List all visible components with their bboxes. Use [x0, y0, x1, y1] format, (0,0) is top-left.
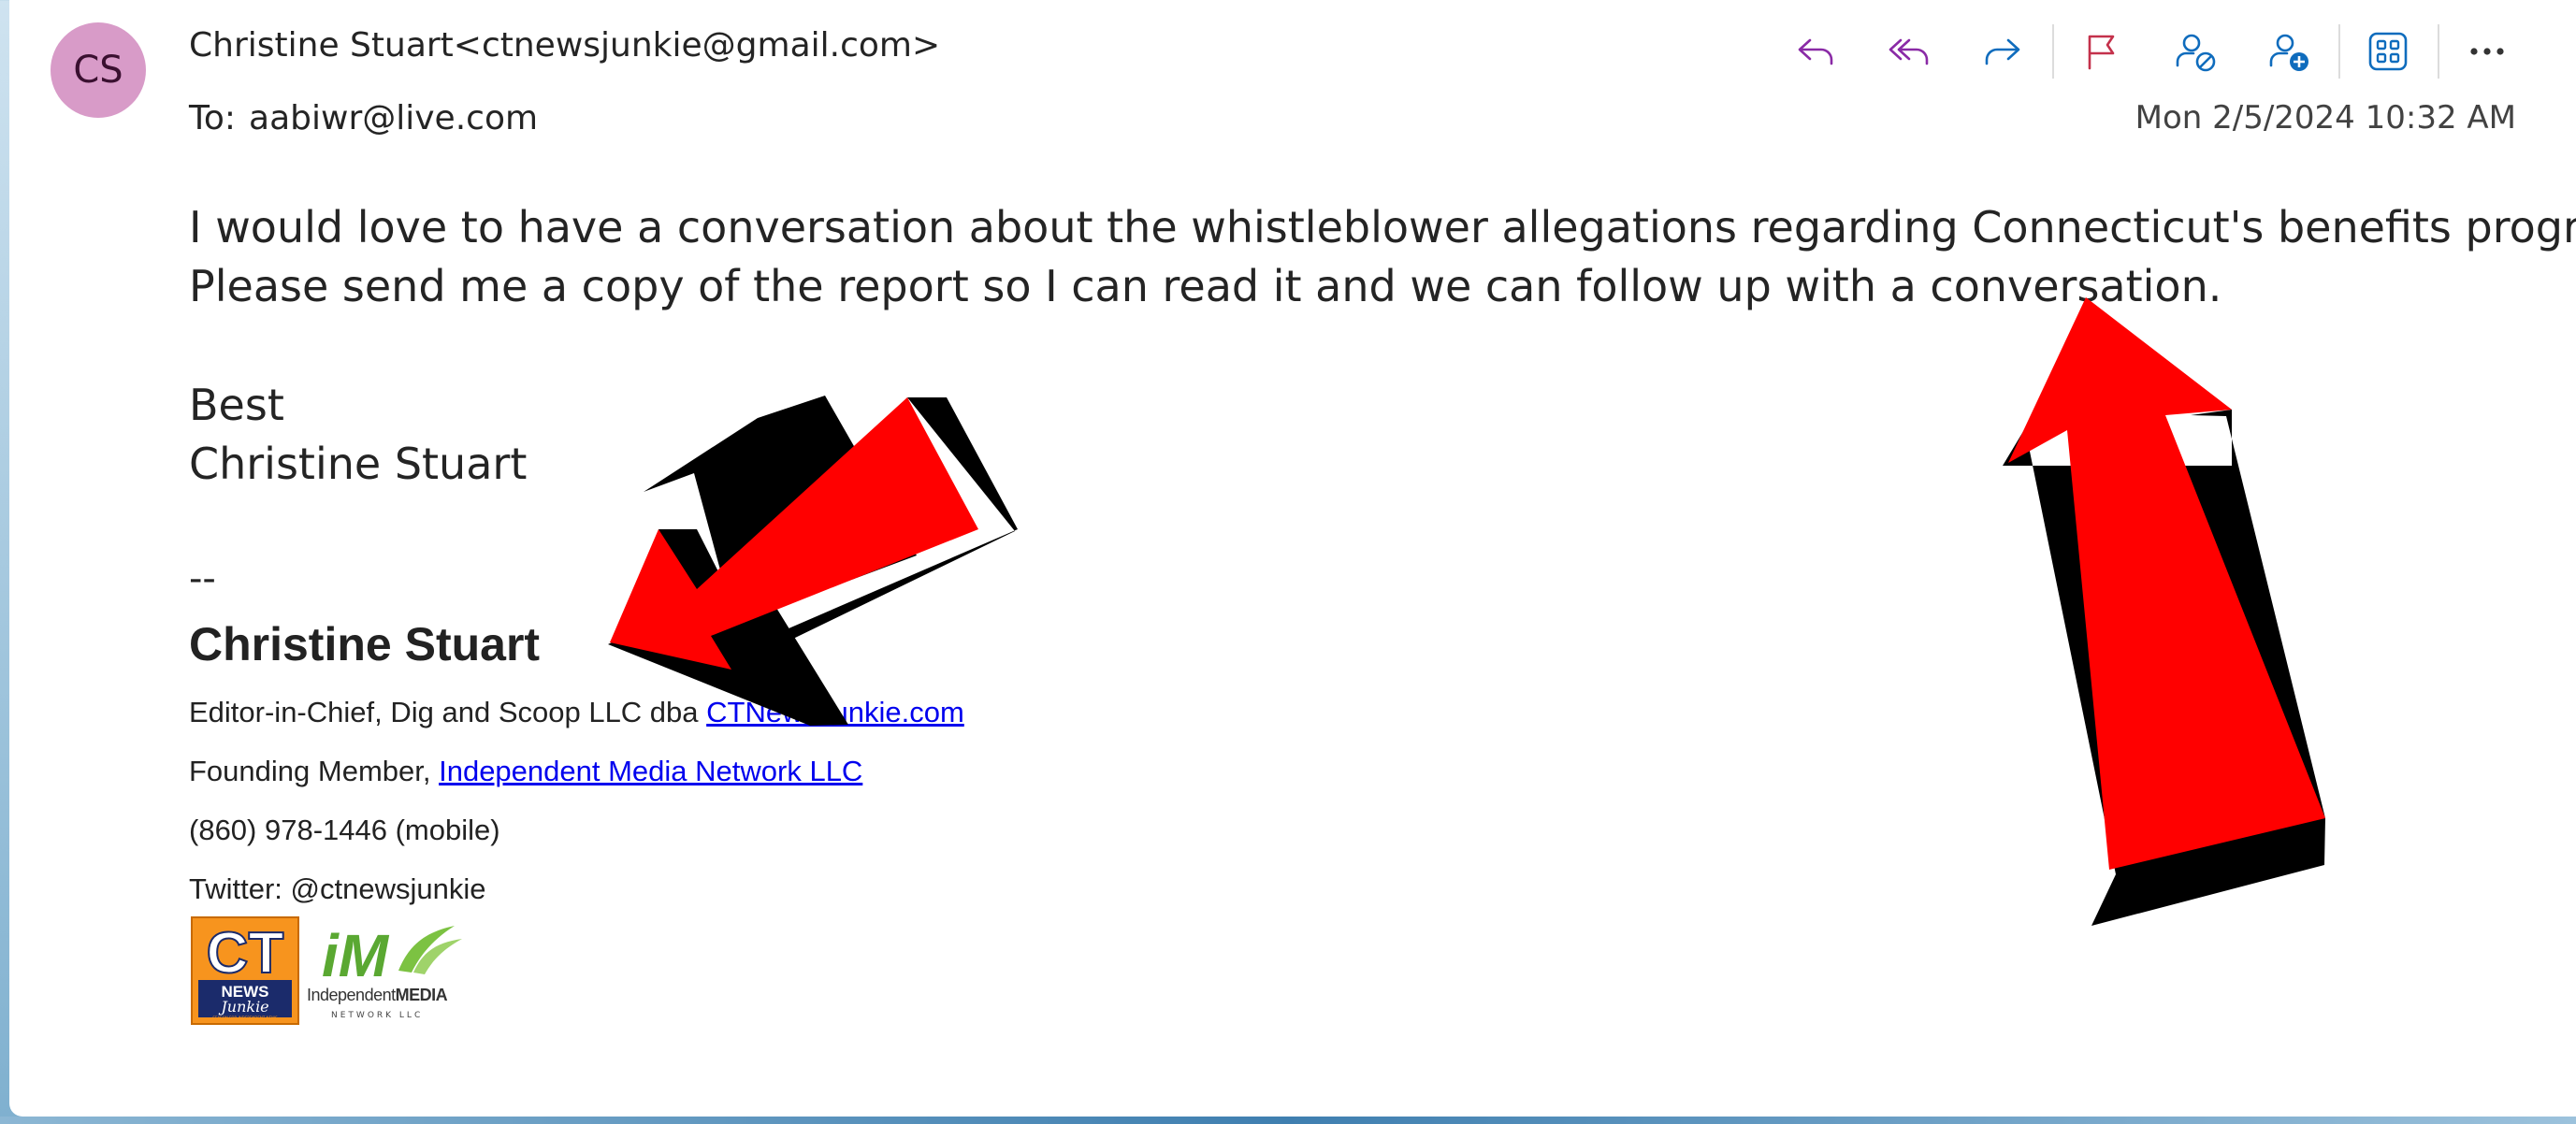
annotation-overlay [608, 297, 2325, 926]
red-arrow-up-body [2008, 297, 2325, 870]
desktop-taskbar-edge [0, 1117, 2576, 1124]
